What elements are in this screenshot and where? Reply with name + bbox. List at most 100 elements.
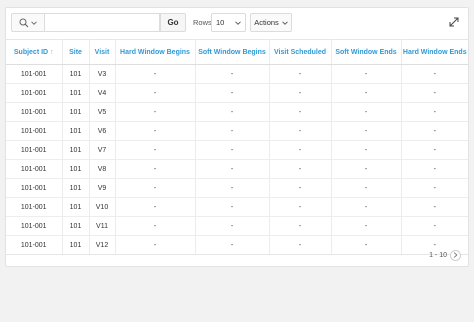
table-cell: - — [269, 64, 332, 84]
table-cell: - — [269, 121, 332, 141]
table-cell: - — [195, 140, 270, 160]
table-cell: - — [115, 83, 196, 103]
table-cell: 101-001 — [6, 121, 63, 141]
table-cell: - — [331, 102, 402, 122]
pagination-range: 1 - 10 — [429, 251, 447, 259]
column-header[interactable]: Visit — [89, 39, 116, 65]
table-cell: V12 — [89, 235, 116, 255]
table-row: 101-001 101 V12- - - - - — [6, 235, 468, 255]
search-columns-button[interactable] — [11, 13, 44, 32]
table-cell: - — [115, 64, 196, 84]
chevron-right-icon — [453, 252, 458, 258]
search-input[interactable] — [44, 13, 160, 32]
rows-per-page-select[interactable]: 10 — [211, 13, 246, 32]
table-cell: V5 — [89, 102, 116, 122]
table-cell: - — [269, 102, 332, 122]
chevron-down-icon — [235, 20, 241, 25]
actions-label: Actions — [254, 18, 279, 27]
table-row: 101-001 101 V3- - - - - — [6, 64, 468, 84]
rows-per-page-value: 10 — [216, 18, 225, 27]
column-header[interactable]: Soft Window Ends — [331, 39, 402, 65]
column-header[interactable]: Visit Scheduled — [269, 39, 332, 65]
table-cell: - — [195, 197, 270, 217]
table-cell: - — [401, 178, 468, 198]
pagination: 1 - 10 — [429, 249, 461, 261]
chevron-down-icon — [31, 20, 37, 25]
table-cell: 101 — [62, 178, 90, 198]
table-cell: - — [401, 102, 468, 122]
table-cell: - — [331, 178, 402, 198]
table-cell: 101 — [62, 102, 90, 122]
table-cell: - — [269, 235, 332, 255]
table-cell: - — [331, 216, 402, 236]
table-cell: 101-001 — [6, 159, 63, 179]
table-cell: - — [115, 197, 196, 217]
table-row: 101-001 101 V6- - - - - — [6, 121, 468, 141]
table-cell: - — [269, 178, 332, 198]
table-cell: V7 — [89, 140, 116, 160]
column-header[interactable]: Subject ID ↑ — [6, 39, 63, 65]
table-cell: - — [331, 159, 402, 179]
table-cell: - — [195, 216, 270, 236]
go-button[interactable]: Go — [160, 13, 186, 32]
table-cell: - — [195, 83, 270, 103]
table-row: 101-001 101 V5- - - - - — [6, 102, 468, 122]
table-cell: 101 — [62, 235, 90, 255]
table-cell: V8 — [89, 159, 116, 179]
table-cell: - — [401, 83, 468, 103]
table-cell: 101-001 — [6, 216, 63, 236]
table-cell: 101 — [62, 216, 90, 236]
table-cell: 101-001 — [6, 235, 63, 255]
table-cell: 101-001 — [6, 178, 63, 198]
next-page-button[interactable] — [450, 249, 461, 261]
table-cell: 101 — [62, 121, 90, 141]
table-cell: 101 — [62, 159, 90, 179]
column-header[interactable]: Hard Window Ends — [401, 39, 468, 65]
table-cell: 101-001 — [6, 102, 63, 122]
table-cell: - — [331, 140, 402, 160]
rows-label: Rows — [193, 18, 212, 27]
table-cell: - — [401, 121, 468, 141]
table-cell: 101 — [62, 83, 90, 103]
table-cell: - — [195, 159, 270, 179]
table-cell: V6 — [89, 121, 116, 141]
table-cell: 101-001 — [6, 197, 63, 217]
maximize-icon[interactable] — [448, 16, 460, 28]
table-cell: 101 — [62, 197, 90, 217]
table-body: 101-001 101 V3- - - - -101-001 101 V4- - - - -101-00… — [6, 64, 468, 255]
table-row: 101-001 101 V8- - - - - — [6, 159, 468, 179]
table-header-row: Subject ID ↑ Site Visit Hard Window Begin… — [6, 39, 468, 65]
table-row: 101-001 101 V4- - - - - — [6, 83, 468, 103]
table-cell: - — [115, 178, 196, 198]
table-cell: - — [269, 216, 332, 236]
table-cell: - — [401, 216, 468, 236]
table-cell: - — [115, 159, 196, 179]
column-header[interactable]: Site — [62, 39, 90, 65]
table-row: 101-001 101 V7- - - - - — [6, 140, 468, 160]
table-cell: - — [115, 235, 196, 255]
table-cell: 101 — [62, 140, 90, 160]
table-cell: - — [115, 121, 196, 141]
table-cell: V4 — [89, 83, 116, 103]
table-cell: - — [195, 64, 270, 84]
table-cell: - — [401, 64, 468, 84]
column-header[interactable]: Soft Window Begins — [195, 39, 270, 65]
report-toolbar: Go Rows 10 Actions — [6, 8, 468, 38]
table-cell: 101-001 — [6, 83, 63, 103]
actions-menu-button[interactable]: Actions — [250, 13, 292, 32]
table-cell: V10 — [89, 197, 116, 217]
table-cell: - — [195, 102, 270, 122]
column-header[interactable]: Hard Window Begins — [115, 39, 196, 65]
table-cell: 101-001 — [6, 140, 63, 160]
report-table: Subject ID ↑ Site Visit Hard Window Begin… — [6, 39, 468, 255]
report-region: Go Rows 10 Actions Subject ID ↑ Site Vis… — [5, 7, 469, 267]
table-cell: - — [269, 159, 332, 179]
table-cell: V11 — [89, 216, 116, 236]
table-cell: - — [401, 197, 468, 217]
table-cell: - — [195, 235, 270, 255]
table-cell: - — [331, 83, 402, 103]
table-cell: - — [331, 235, 402, 255]
table-cell: - — [401, 159, 468, 179]
table-cell: - — [331, 64, 402, 84]
table-cell: - — [115, 140, 196, 160]
